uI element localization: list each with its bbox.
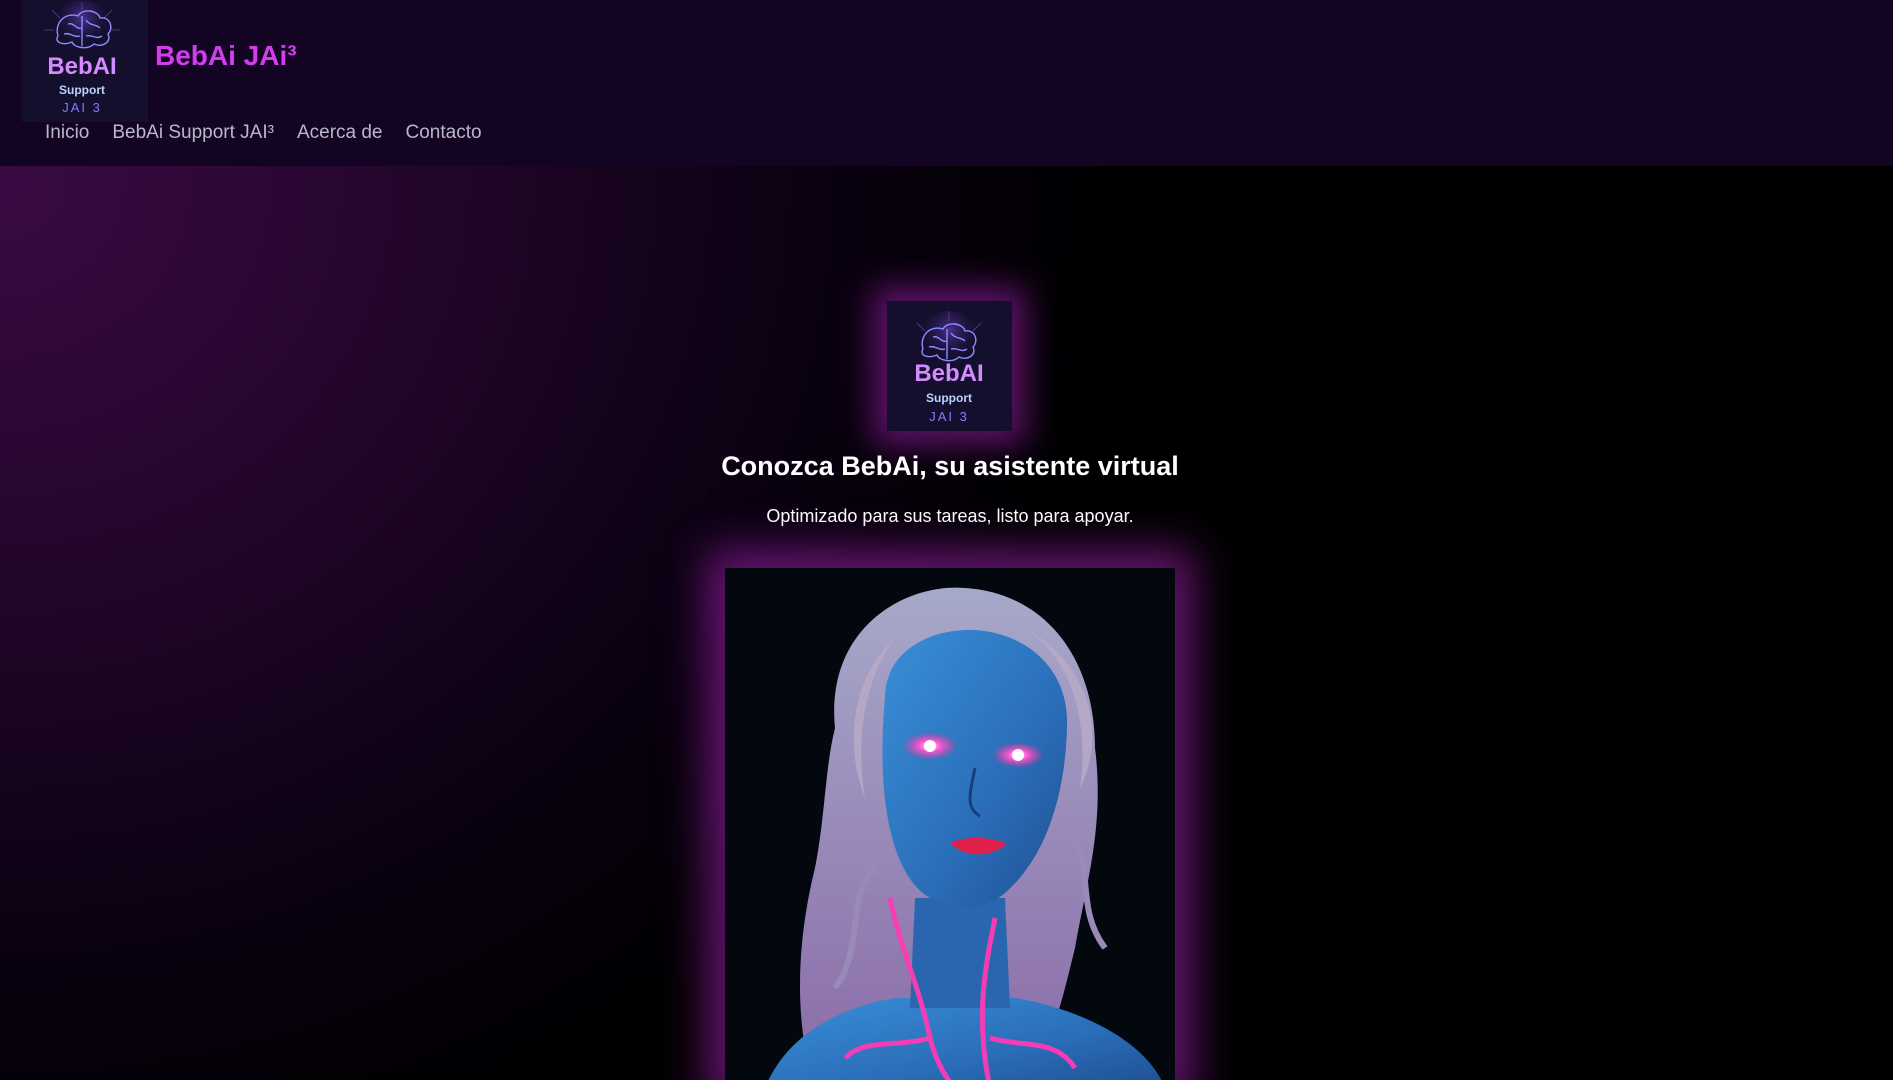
nav-link-inicio[interactable]: Inicio [45,122,89,144]
nav-link-acerca-de[interactable]: Acerca de [297,122,383,144]
hero-logo-tagline: Support [926,391,972,405]
hero-subtitle: Optimizado para sus tareas, listo para a… [766,506,1134,526]
site-header: BebAI Support JAI 3 BebAi JAi³ Inicio Be… [0,0,1893,166]
page: BebAI Support JAI 3 BebAi JAi³ Inicio Be… [0,0,1893,1080]
assistant-portrait [725,568,1175,1080]
nav-link-contacto[interactable]: Contacto [406,122,482,144]
hero-logo-text: BebAI Support JAI 3 [914,360,983,424]
header-logo-text: BebAI Support JAI 3 [47,53,116,115]
header-logo-tagline: Support [59,83,105,97]
hero-logo: BebAI Support JAI 3 [887,301,1012,431]
nav-link-bebai-support[interactable]: BebAi Support JAI³ [112,122,274,144]
brand-title[interactable]: BebAi JAi³ [155,40,297,72]
assistant-portrait-image [725,568,1175,1080]
main-nav: Inicio BebAi Support JAI³ Acerca de Cont… [45,122,505,144]
header-logo-sub: JAI 3 [62,100,102,115]
hero-section: BebAI Support JAI 3 Conozca BebAi, su as… [0,166,1893,1080]
header-logo-name: BebAI [47,53,116,80]
hero-logo-name: BebAI [914,360,983,387]
header-logo[interactable]: BebAI Support JAI 3 [22,0,148,122]
hero-title: Conozca BebAi, su asistente virtual [721,451,1179,481]
hero-logo-sub: JAI 3 [929,409,969,424]
